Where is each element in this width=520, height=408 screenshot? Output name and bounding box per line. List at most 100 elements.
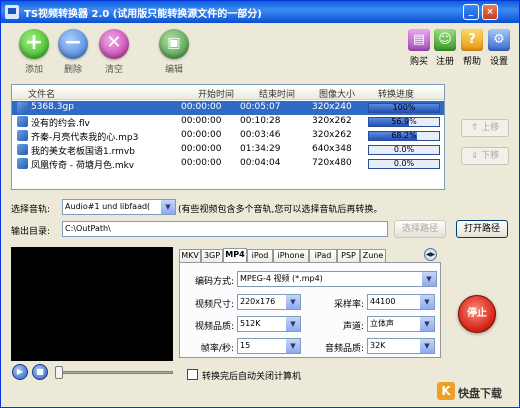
fps-select[interactable]: 15 ▼: [237, 338, 301, 354]
video-preview: [11, 247, 173, 361]
output-path-field[interactable]: C:\OutPath\: [62, 221, 388, 237]
cell-end: 00:05:07: [240, 102, 281, 112]
move-up-button[interactable]: ⇑ 上移: [461, 119, 509, 137]
chevron-down-icon: ▼: [161, 200, 175, 214]
channel-select[interactable]: 立体声 ▼: [367, 316, 435, 332]
choose-path-button[interactable]: 选择路径: [394, 220, 446, 238]
tab-3gp[interactable]: 3GP: [201, 249, 223, 262]
table-row[interactable]: 齐秦-月亮代表我的心.mp3 00:00:00 00:03:46 320x262 68.…: [12, 129, 444, 143]
file-list[interactable]: 文件名 开始时间 结束时间 图像大小 转换进度 5368.3gp 00:00:00…: [11, 84, 445, 190]
register-button[interactable]: ☺ 注册: [433, 29, 457, 67]
settings-panel: 编码方式: MPEG-4 视频 (*.mp4) ▼ 视频尺寸: 220x176 ▼ …: [179, 262, 441, 358]
close-button[interactable]: ×: [482, 4, 498, 20]
video-file-icon: [17, 158, 28, 169]
sample-rate-select[interactable]: 44100 ▼: [367, 294, 435, 310]
fps-label: 帧率/秒:: [200, 344, 234, 354]
table-row[interactable]: 凤凰传奇 - 荷塘月色.mkv 00:00:00 00:04:04 720x480 0.…: [12, 157, 444, 171]
codec-label: 编码方式:: [194, 277, 234, 287]
play-button[interactable]: ▶: [12, 364, 28, 380]
col-size[interactable]: 图像大小: [319, 87, 355, 100]
cell-size: 320x240: [312, 102, 352, 112]
video-file-icon: [17, 102, 28, 113]
tab-iphone[interactable]: iPhone: [273, 249, 309, 262]
shutdown-checkbox[interactable]: [187, 369, 198, 380]
window-title: TS视频转换器 2.0 (试用版只能转换源文件的一部分): [24, 8, 262, 20]
sample-rate-label: 采样率:: [333, 300, 364, 310]
add-button[interactable]: + 添加: [14, 29, 54, 75]
col-start[interactable]: 开始时间: [198, 87, 234, 100]
video-quality-select[interactable]: 512K ▼: [237, 316, 301, 332]
table-row[interactable]: 没有的约会.flv 00:00:00 00:10:28 320x262 56.9%: [12, 115, 444, 129]
delete-button[interactable]: − 删除: [53, 29, 93, 75]
play-icon: ▶: [16, 367, 24, 376]
audio-quality-select[interactable]: 32K ▼: [367, 338, 435, 354]
progress-bar: 68.2%: [368, 131, 440, 141]
tab-ipod[interactable]: iPod: [247, 249, 273, 262]
tab-scroll-arrows[interactable]: ◀▶: [424, 248, 437, 261]
open-path-button[interactable]: 打开路径: [456, 220, 508, 238]
stop-play-button[interactable]: ■: [32, 364, 48, 380]
video-quality-label: 视频品质:: [194, 322, 234, 332]
table-row[interactable]: 5368.3gp 00:00:00 00:05:07 320x240 100%: [12, 101, 444, 115]
toolbar: + 添加 − 删除 ✕ 清空 ▣ 编辑 ▤ 购买 ☺ 注册 ? 帮助 ⚙ 设置: [1, 25, 519, 81]
chevron-down-icon: ▼: [420, 295, 434, 309]
tab-mkv[interactable]: MKV: [179, 249, 201, 262]
clear-button[interactable]: ✕ 清空: [94, 29, 134, 75]
tab-zune[interactable]: Zune: [360, 249, 386, 262]
audio-track-label: 选择音轨:: [11, 205, 51, 215]
cell-end: 00:10:28: [240, 116, 281, 126]
settings-button[interactable]: ⚙ 设置: [487, 29, 511, 67]
chevron-down-icon: ▼: [420, 317, 434, 331]
cell-filename: 没有的约会.flv: [31, 119, 90, 129]
cell-end: 00:03:46: [240, 130, 281, 140]
video-size-label: 视频尺寸:: [194, 300, 234, 310]
tab-ipad[interactable]: iPad: [309, 249, 337, 262]
chevron-down-icon: ▼: [286, 339, 300, 353]
cell-start: 00:00:00: [181, 102, 222, 112]
cell-size: 640x348: [312, 144, 352, 154]
video-size-select[interactable]: 220x176 ▼: [237, 294, 301, 310]
move-down-button[interactable]: ⇓ 下移: [461, 147, 509, 165]
cell-start: 00:00:00: [181, 158, 222, 168]
gear-icon: ⚙: [488, 29, 510, 51]
register-icon: ☺: [434, 29, 456, 51]
seek-slider[interactable]: [55, 366, 63, 379]
chevron-down-icon: ▼: [286, 295, 300, 309]
shutdown-label: 转换完后自动关闭计算机: [202, 372, 302, 382]
stop-button[interactable]: 停止: [458, 295, 496, 333]
x-icon: ✕: [99, 29, 129, 59]
plus-icon: +: [19, 29, 49, 59]
progress-text: 0.0%: [393, 159, 415, 168]
col-progress[interactable]: 转换进度: [378, 87, 414, 100]
cell-filename: 5368.3gp: [31, 102, 74, 112]
up-arrow-icon: ⇑: [470, 123, 479, 133]
chevron-down-icon: ▼: [286, 317, 300, 331]
seek-track[interactable]: [56, 371, 173, 374]
file-list-header: 文件名 开始时间 结束时间 图像大小 转换进度: [12, 85, 444, 100]
tab-psp[interactable]: PSP: [337, 249, 360, 262]
cell-start: 00:00:00: [181, 116, 222, 126]
cell-filename: 齐秦-月亮代表我的心.mp3: [31, 133, 139, 143]
minimize-button[interactable]: _: [463, 4, 479, 20]
help-button[interactable]: ? 帮助: [460, 29, 484, 67]
k-logo-icon: K: [437, 382, 455, 400]
progress-text: 100%: [392, 103, 416, 112]
cell-size: 320x262: [312, 116, 352, 126]
video-file-icon: [17, 144, 28, 155]
down-arrow-icon: ⇓: [470, 151, 479, 161]
progress-bar: 0.0%: [368, 145, 440, 155]
chevron-down-icon: ▼: [422, 272, 436, 286]
table-row[interactable]: 我的美女老板国语1.rmvb 00:00:00 01:34:29 640x348 0.0…: [12, 143, 444, 157]
film-edit-icon: ▣: [159, 29, 189, 59]
codec-select[interactable]: MPEG-4 视频 (*.mp4) ▼: [237, 271, 437, 287]
buy-button[interactable]: ▤ 购买: [407, 29, 431, 67]
col-filename[interactable]: 文件名: [28, 87, 55, 100]
tab-mp4[interactable]: MP4: [223, 248, 247, 262]
edit-button[interactable]: ▣ 编辑: [154, 29, 194, 75]
col-end[interactable]: 结束时间: [259, 87, 295, 100]
cell-start: 00:00:00: [181, 130, 222, 140]
progress-text: 0.0%: [393, 145, 415, 154]
help-icon: ?: [461, 29, 483, 51]
audio-track-select[interactable]: Audio#1 und libfaad( ▼: [62, 199, 176, 215]
progress-text: 68.2%: [391, 131, 417, 140]
